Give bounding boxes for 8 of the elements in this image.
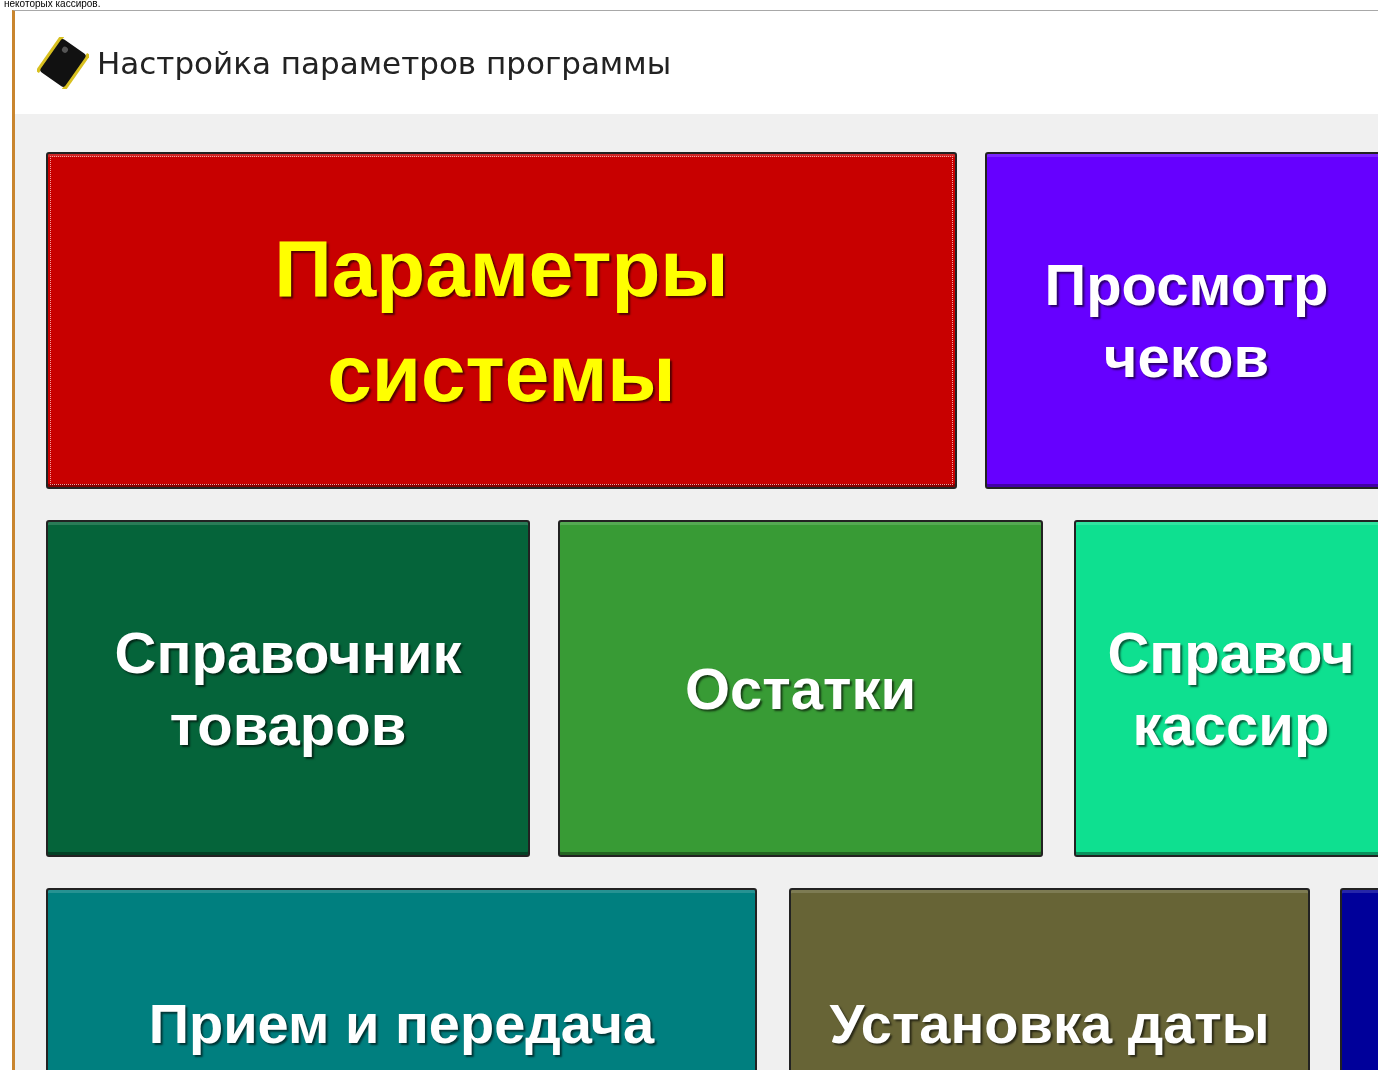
menu-tile[interactable]: Параметры системы [46, 152, 957, 489]
window-title: Настройка параметров программы [97, 44, 672, 81]
menu-tile[interactable]: Остатки [558, 520, 1043, 857]
menu-tile[interactable]: Просмотр чеков [985, 152, 1378, 489]
menu-tile[interactable]: Прием и передача [46, 888, 757, 1070]
menu-tile[interactable]: Справочник товаров [46, 520, 530, 857]
menu-tile[interactable]: Установка даты [789, 888, 1310, 1070]
cut-off-text: некоторых кассиров. [4, 0, 101, 9]
